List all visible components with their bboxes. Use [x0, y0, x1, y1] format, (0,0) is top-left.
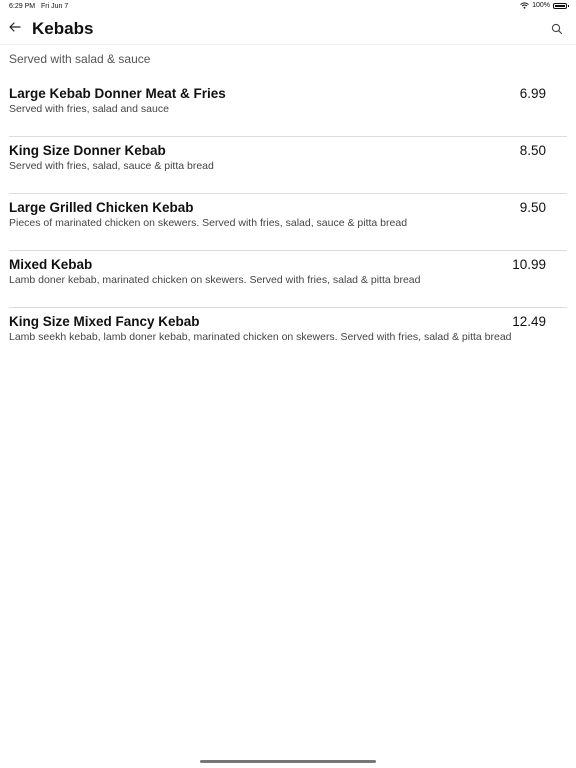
item-name: Large Grilled Chicken Kebab — [9, 200, 194, 215]
battery-icon — [553, 2, 569, 9]
item-name: King Size Mixed Fancy Kebab — [9, 314, 200, 329]
status-date: Fri Jun 7 — [41, 3, 69, 10]
status-time: 6:29 PM — [9, 3, 36, 10]
item-price: 10.99 — [512, 257, 546, 272]
home-indicator[interactable] — [200, 760, 376, 763]
item-price: 8.50 — [519, 143, 546, 158]
wifi-icon — [520, 2, 529, 9]
menu-list: Large Kebab Donner Meat & Fries Served w… — [0, 80, 576, 365]
item-price: 12.49 — [512, 314, 546, 329]
item-name: Mixed Kebab — [9, 257, 93, 272]
status-right: 100% — [520, 2, 569, 9]
item-description: Served with fries, salad, sauce & pitta … — [9, 160, 214, 172]
status-bar: 6:29 PM Fri Jun 7 100% — [0, 0, 576, 14]
search-icon[interactable] — [551, 22, 563, 35]
item-price: 6.99 — [519, 86, 546, 101]
menu-item[interactable]: King Size Mixed Fancy Kebab Lamb seekh k… — [9, 308, 567, 365]
item-description: Lamb seekh kebab, lamb doner kebab, mari… — [9, 331, 512, 343]
item-name: Large Kebab Donner Meat & Fries — [9, 86, 226, 101]
header-divider — [0, 44, 576, 45]
arrow-left-icon[interactable] — [8, 20, 22, 34]
battery-percent: 100% — [532, 2, 550, 9]
item-description: Pieces of marinated chicken on skewers. … — [9, 217, 408, 229]
item-description: Lamb doner kebab, marinated chicken on s… — [9, 274, 421, 286]
menu-item[interactable]: Mixed Kebab Lamb doner kebab, marinated … — [9, 251, 567, 308]
item-name: King Size Donner Kebab — [9, 143, 166, 158]
menu-item[interactable]: Large Kebab Donner Meat & Fries Served w… — [9, 80, 567, 137]
header: Kebabs — [0, 14, 576, 44]
menu-item[interactable]: King Size Donner Kebab Served with fries… — [9, 137, 567, 194]
section-subtitle: Served with salad & sauce — [9, 52, 151, 66]
item-price: 9.50 — [519, 200, 546, 215]
item-description: Served with fries, salad and sauce — [9, 103, 169, 115]
page-title: Kebabs — [32, 19, 94, 38]
menu-item[interactable]: Large Grilled Chicken Kebab Pieces of ma… — [9, 194, 567, 251]
